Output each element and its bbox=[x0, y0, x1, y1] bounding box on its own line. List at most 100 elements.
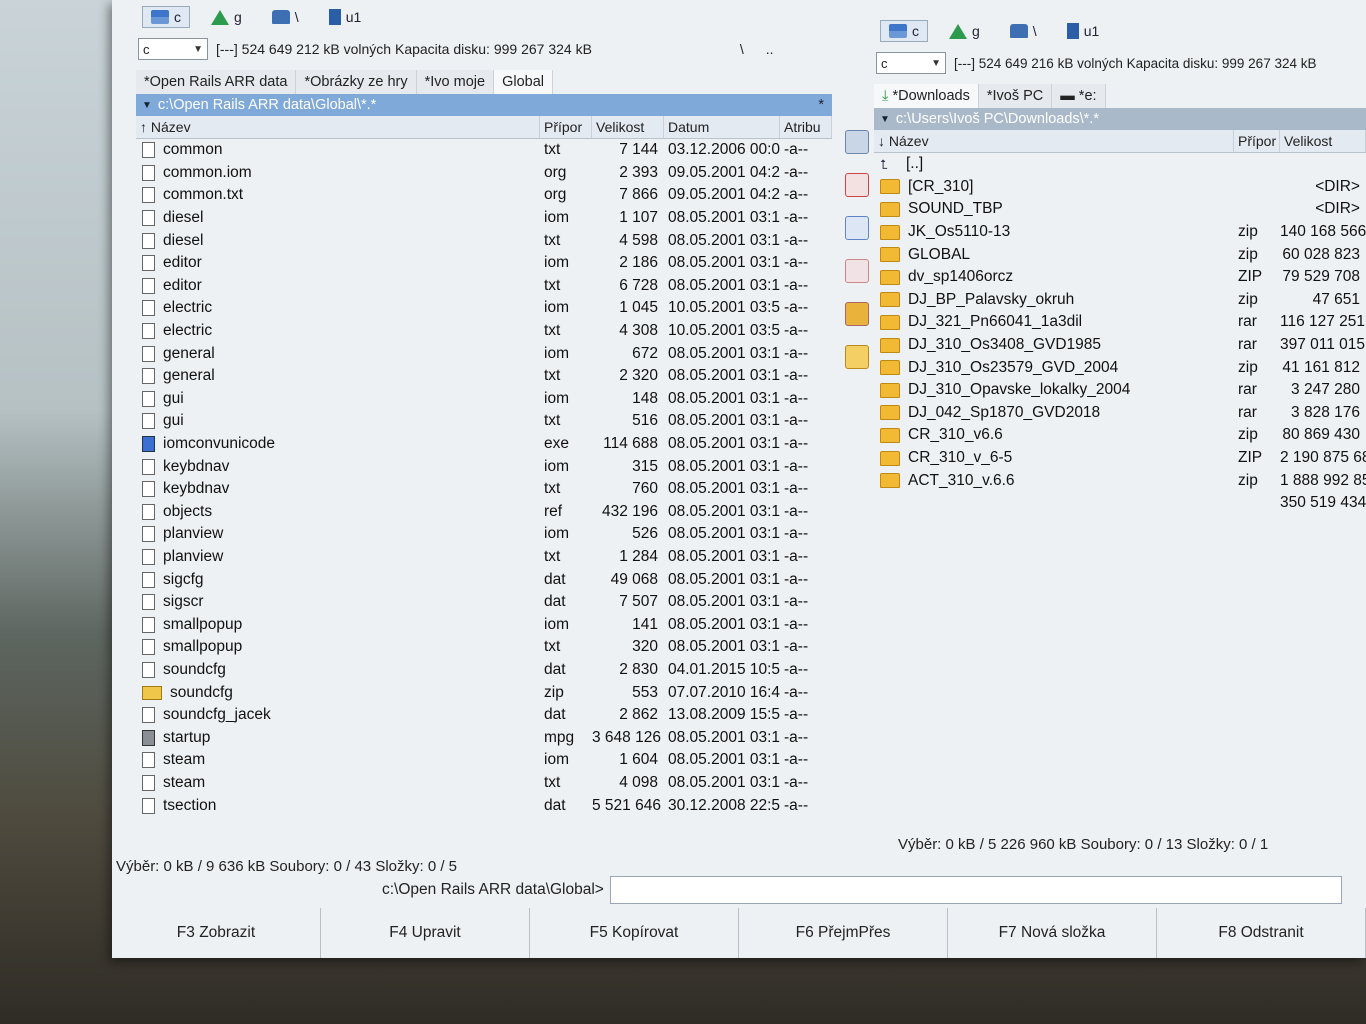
table-row[interactable]: editor iom 2 186 08.05.2001 03:14 -a-- bbox=[136, 252, 832, 275]
table-row[interactable]: ACT_310_v.6.6 zip 1 888 992 856 bbox=[874, 469, 1366, 492]
left-path-bar[interactable]: ▼ c:\Open Rails ARR data\Global\*.* * bbox=[136, 94, 832, 116]
paste-icon[interactable] bbox=[845, 259, 869, 283]
table-row[interactable]: steam txt 4 098 08.05.2001 03:14 -a-- bbox=[136, 772, 832, 795]
table-row[interactable]: soundcfg zip 553 07.07.2010 16:49 -a-- bbox=[136, 681, 832, 704]
table-row[interactable]: common.txt org 7 866 09.05.2001 04:28 -a-- bbox=[136, 184, 832, 207]
copy-icon[interactable] bbox=[845, 216, 869, 240]
file-name: soundcfg bbox=[170, 683, 233, 701]
table-row[interactable]: iomconvunicode exe 114 688 08.05.2001 03:14… bbox=[136, 433, 832, 456]
table-row[interactable]: DJ_BP_Palavsky_okruh zip 47 651 bbox=[874, 289, 1366, 312]
table-row[interactable]: editor txt 6 728 08.05.2001 03:14 -a-- bbox=[136, 275, 832, 298]
tab-ivos-pc[interactable]: *Ivoš PC bbox=[978, 84, 1053, 108]
new-folder-icon[interactable] bbox=[845, 345, 869, 369]
table-row[interactable]: DJ_321_Pn66041_1a3dil rar 116 127 251 bbox=[874, 311, 1366, 334]
table-row[interactable]: planview txt 1 284 08.05.2001 03:14 -a-- bbox=[136, 546, 832, 569]
table-row[interactable]: DJ_310_Os23579_GVD_2004 zip 41 161 812 bbox=[874, 356, 1366, 379]
tab-ivo-moje[interactable]: *Ivo moje bbox=[416, 70, 495, 94]
right-path-bar[interactable]: ▼ c:\Users\Ivoš PC\Downloads\*.* bbox=[874, 108, 1366, 130]
column-attr[interactable]: Atribu bbox=[780, 116, 832, 138]
table-row[interactable]: sigscr dat 7 507 08.05.2001 03:14 -a-- bbox=[136, 591, 832, 614]
drive-combo[interactable]: c ▼ bbox=[876, 52, 946, 74]
table-row[interactable]: ⮤ [..] bbox=[874, 153, 1366, 176]
drive-button-u1[interactable]: u1 bbox=[1058, 20, 1109, 42]
drive-button-c[interactable]: c bbox=[880, 20, 928, 42]
table-row[interactable]: JK_Os5110-13 zip 140 168 566 bbox=[874, 221, 1366, 244]
table-row[interactable]: keybdnav iom 315 08.05.2001 03:14 -a-- bbox=[136, 455, 832, 478]
column-date[interactable]: Datum bbox=[664, 116, 780, 138]
column-ext[interactable]: Přípor bbox=[540, 116, 592, 138]
root-button[interactable]: \ bbox=[740, 41, 744, 57]
f6-move-button[interactable]: F6 PřejmPřes bbox=[739, 908, 948, 958]
table-row[interactable]: tsection dat 5 521 646 30.12.2008 22:53 -a-- bbox=[136, 794, 832, 817]
table-row[interactable]: [CR_310] <DIR> bbox=[874, 176, 1366, 199]
table-row[interactable]: keybdnav txt 760 08.05.2001 03:14 -a-- bbox=[136, 478, 832, 501]
file-date: 07.07.2010 16:49 bbox=[668, 683, 780, 701]
table-row[interactable]: smallpopup iom 141 08.05.2001 03:14 -a-- bbox=[136, 613, 832, 636]
tab-downloads[interactable]: ⤓ *Downloads bbox=[874, 84, 979, 108]
f4-edit-button[interactable]: F4 Upravit bbox=[321, 908, 530, 958]
table-row[interactable]: common txt 7 144 03.12.2006 00:04 -a-- bbox=[136, 139, 832, 162]
table-row[interactable]: general txt 2 320 08.05.2001 03:14 -a-- bbox=[136, 365, 832, 388]
column-name[interactable]: ↑ Název bbox=[136, 116, 540, 138]
table-row[interactable]: SOUND_TBP <DIR> bbox=[874, 198, 1366, 221]
tab-obrazky[interactable]: *Obrázky ze hry bbox=[296, 70, 417, 94]
file-name: smallpopup bbox=[163, 615, 243, 633]
tab-open-rails[interactable]: *Open Rails ARR data bbox=[136, 70, 297, 94]
drive-button-g[interactable]: g bbox=[202, 6, 251, 28]
table-row[interactable]: electric iom 1 045 10.05.2001 03:58 -a-- bbox=[136, 297, 832, 320]
column-size[interactable]: Velikost bbox=[1280, 130, 1366, 152]
table-row[interactable]: 350 519 434 bbox=[874, 492, 1366, 515]
compare-icon[interactable] bbox=[845, 173, 869, 197]
drive-combo[interactable]: c ▼ bbox=[138, 38, 208, 60]
table-row[interactable]: objects ref 432 196 08.05.2001 03:14 -a-- bbox=[136, 501, 832, 524]
table-row[interactable]: GLOBAL zip 60 028 823 bbox=[874, 243, 1366, 266]
table-row[interactable]: planview iom 526 08.05.2001 03:14 -a-- bbox=[136, 523, 832, 546]
file-name-cell: JK_Os5110-13 bbox=[874, 223, 1234, 241]
table-row[interactable]: diesel iom 1 107 08.05.2001 03:14 -a-- bbox=[136, 207, 832, 230]
table-row[interactable]: soundcfg dat 2 830 04.01.2015 10:59 -a-- bbox=[136, 659, 832, 682]
file-date: 03.12.2006 00:04 bbox=[668, 141, 780, 159]
table-row[interactable]: common.iom org 2 393 09.05.2001 04:28 -a-- bbox=[136, 162, 832, 185]
f8-delete-button[interactable]: F8 Odstranit bbox=[1157, 908, 1366, 958]
file-size: 2 320 bbox=[619, 367, 658, 385]
f3-view-button[interactable]: F3 Zobrazit bbox=[112, 908, 321, 958]
table-row[interactable]: gui iom 148 08.05.2001 03:14 -a-- bbox=[136, 388, 832, 411]
file-date: 08.05.2001 03:14 bbox=[668, 728, 780, 746]
table-row[interactable]: DJ_310_Os3408_GVD1985 rar 397 011 015 bbox=[874, 334, 1366, 357]
table-row[interactable]: CR_310_v6.6 zip 80 869 430 bbox=[874, 424, 1366, 447]
table-row[interactable]: diesel txt 4 598 08.05.2001 03:14 -a-- bbox=[136, 229, 832, 252]
tab-e[interactable]: ▬ *e: bbox=[1052, 84, 1106, 108]
table-row[interactable]: CR_310_v_6-5 ZIP 2 190 875 682 bbox=[874, 447, 1366, 470]
drive-button-c[interactable]: c bbox=[142, 6, 190, 28]
file-name: planview bbox=[163, 525, 224, 543]
table-row[interactable]: sigcfg dat 49 068 08.05.2001 03:14 -a-- bbox=[136, 568, 832, 591]
tab-global[interactable]: Global bbox=[494, 70, 553, 94]
table-row[interactable]: startup mpg 3 648 126 08.05.2001 03:14 -a-- bbox=[136, 726, 832, 749]
table-row[interactable]: DJ_042_Sp1870_GVD2018 rar 3 828 176 bbox=[874, 402, 1366, 425]
drive-button-u1[interactable]: u1 bbox=[320, 6, 371, 28]
column-name[interactable]: ↓ Název bbox=[874, 130, 1234, 152]
search-icon[interactable] bbox=[845, 130, 869, 154]
column-ext[interactable]: Přípor bbox=[1234, 130, 1280, 152]
table-row[interactable]: steam iom 1 604 08.05.2001 03:14 -a-- bbox=[136, 749, 832, 772]
drive-button-network[interactable]: \ bbox=[263, 6, 308, 28]
command-input[interactable] bbox=[609, 876, 1342, 904]
file-name: tsection bbox=[163, 796, 217, 814]
file-attr: -a-- bbox=[784, 457, 809, 475]
table-row[interactable]: DJ_310_Opavske_lokalky_2004 rar 3 247 280 bbox=[874, 379, 1366, 402]
filter-label[interactable]: * bbox=[818, 97, 824, 113]
left-path: c:\Open Rails ARR data\Global\*.* bbox=[157, 97, 377, 113]
column-size[interactable]: Velikost bbox=[592, 116, 664, 138]
table-row[interactable]: electric txt 4 308 10.05.2001 03:58 -a-- bbox=[136, 320, 832, 343]
f5-copy-button[interactable]: F5 Kopírovat bbox=[530, 908, 739, 958]
table-row[interactable]: general iom 672 08.05.2001 03:14 -a-- bbox=[136, 342, 832, 365]
up-button[interactable]: .. bbox=[766, 41, 774, 57]
drive-button-g[interactable]: g bbox=[940, 20, 989, 42]
table-row[interactable]: dv_sp1406orcz ZIP 79 529 708 bbox=[874, 266, 1366, 289]
table-row[interactable]: soundcfg_jacek dat 2 862 13.08.2009 15:53 -a… bbox=[136, 704, 832, 727]
table-row[interactable]: smallpopup txt 320 08.05.2001 03:14 -a-- bbox=[136, 636, 832, 659]
f7-new-folder-button[interactable]: F7 Nová složka bbox=[948, 908, 1157, 958]
drive-button-network[interactable]: \ bbox=[1001, 20, 1046, 42]
table-row[interactable]: gui txt 516 08.05.2001 03:14 -a-- bbox=[136, 410, 832, 433]
archive-icon[interactable] bbox=[845, 302, 869, 326]
